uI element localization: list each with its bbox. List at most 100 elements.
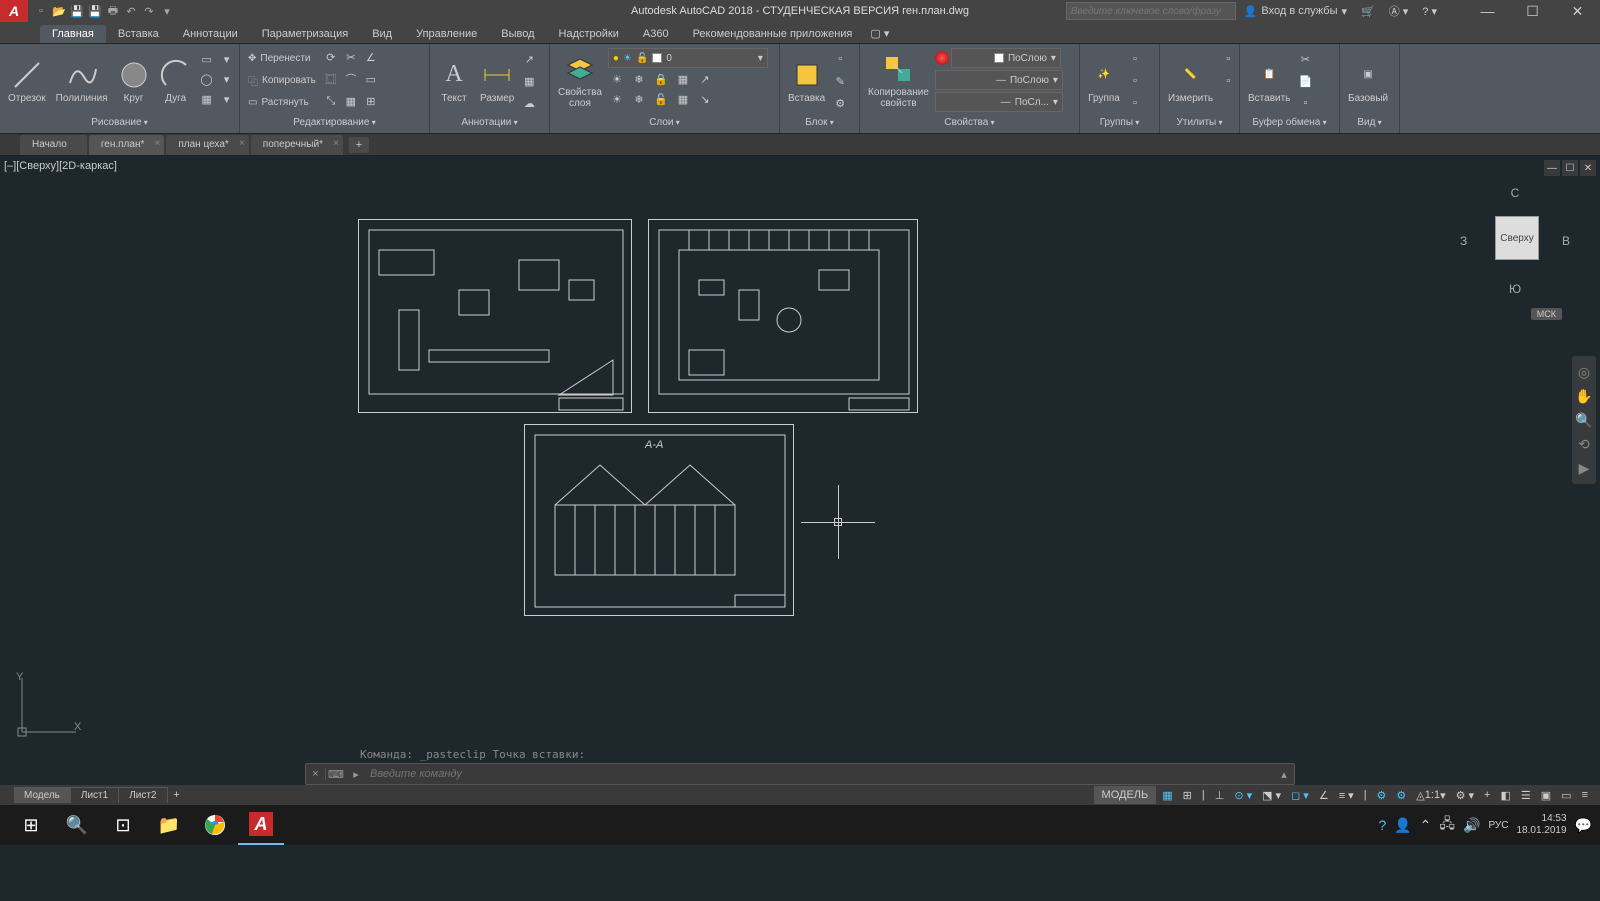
start-button[interactable]: ⊞: [8, 805, 54, 845]
new-icon[interactable]: ▫: [32, 2, 50, 20]
qat-more[interactable]: ▾: [158, 2, 176, 20]
ribbon-tab-parametric[interactable]: Параметризация: [250, 25, 360, 43]
base-view-button[interactable]: ▣Базовый: [1344, 46, 1392, 116]
ribbon-tab-home[interactable]: Главная: [40, 25, 106, 43]
rect-icon[interactable]: ▭: [198, 50, 216, 68]
b3[interactable]: ⚙: [831, 94, 849, 112]
m3[interactable]: ⊞: [362, 92, 380, 110]
otrack-icon[interactable]: ∠: [1315, 786, 1333, 804]
plus-icon[interactable]: +: [1480, 786, 1494, 804]
ribbon-tab-featured[interactable]: Рекомендованные приложения: [681, 25, 865, 43]
vp-close-icon[interactable]: ✕: [1580, 160, 1596, 176]
rotate-icon[interactable]: ⟳: [322, 48, 340, 66]
stretch-button[interactable]: ▭Растянуть: [244, 92, 320, 112]
file-tab-start[interactable]: Начало: [20, 135, 87, 155]
dd3[interactable]: ▾: [218, 90, 236, 108]
panel-groups-label[interactable]: Группы: [1084, 117, 1155, 133]
l2[interactable]: ❄: [630, 70, 648, 88]
minimize-button[interactable]: —: [1465, 0, 1510, 22]
ribbon-tab-annotate[interactable]: Аннотации: [171, 25, 250, 43]
ribbon-tab-extra[interactable]: ▢ ▾: [864, 24, 895, 43]
ribbon-tab-addins[interactable]: Надстройки: [547, 25, 631, 43]
scale-icon[interactable]: ⤡: [322, 92, 340, 110]
fillet-icon[interactable]: ⌒: [342, 70, 360, 88]
l8[interactable]: 🔓: [652, 90, 670, 108]
app-logo[interactable]: A: [0, 0, 28, 22]
taskview-icon[interactable]: ⊡: [100, 805, 146, 845]
undo-icon[interactable]: ↶: [122, 2, 140, 20]
maximize-button[interactable]: ☐: [1510, 0, 1555, 22]
arc-button[interactable]: Дуга: [156, 46, 196, 116]
add-layout-tab[interactable]: +: [168, 789, 186, 801]
compass-east[interactable]: В: [1562, 234, 1570, 248]
chrome-icon[interactable]: [192, 805, 238, 845]
close-button[interactable]: ✕: [1555, 0, 1600, 22]
line-button[interactable]: Отрезок: [4, 46, 50, 116]
search-task-icon[interactable]: 🔍: [54, 805, 100, 845]
insert-block-button[interactable]: Вставка: [784, 46, 829, 116]
plot-icon[interactable]: 🖶: [104, 2, 122, 20]
mirror-icon[interactable]: ⿴: [322, 70, 340, 88]
trim-icon[interactable]: ✂: [342, 48, 360, 66]
help-tray-icon[interactable]: ?: [1378, 817, 1386, 833]
explorer-icon[interactable]: 📁: [146, 805, 192, 845]
autodesk-icon[interactable]: Ⓐ ▾: [1383, 1, 1415, 21]
b1[interactable]: ▫: [831, 50, 849, 68]
compass-north[interactable]: С: [1511, 186, 1520, 200]
dd2[interactable]: ▾: [218, 70, 236, 88]
file-tab-cross[interactable]: поперечный*×: [251, 135, 343, 155]
iso-icon[interactable]: ⬔ ▾: [1258, 786, 1285, 804]
ortho-icon[interactable]: ⊥: [1211, 786, 1229, 804]
grid-icon[interactable]: ▦: [1158, 786, 1176, 804]
panel-annotation-label[interactable]: Аннотации: [434, 117, 545, 133]
panel-properties-label[interactable]: Свойства: [864, 117, 1075, 133]
autocad-task-icon[interactable]: A: [238, 805, 284, 845]
layout-tab-1[interactable]: Лист1: [71, 787, 119, 803]
layout-tab-2[interactable]: Лист2: [119, 787, 167, 803]
m1[interactable]: ∠: [362, 48, 380, 66]
help-icon[interactable]: ? ▾: [1416, 1, 1443, 21]
signin-button[interactable]: 👤 Вход в службы ▾: [1238, 1, 1353, 21]
l1[interactable]: ☀: [608, 70, 626, 88]
ribbon-tab-insert[interactable]: Вставка: [106, 25, 171, 43]
u2[interactable]: ▫: [1219, 72, 1237, 90]
s1[interactable]: ⚙: [1373, 786, 1391, 804]
nav-pan-icon[interactable]: ✋: [1572, 384, 1596, 408]
c2[interactable]: 📄: [1296, 72, 1314, 90]
g3[interactable]: ▫: [1126, 94, 1144, 112]
snap-icon[interactable]: ⊞: [1179, 786, 1196, 804]
hatch-icon[interactable]: ▦: [198, 90, 216, 108]
u1[interactable]: ▫: [1219, 50, 1237, 68]
l7[interactable]: ❄: [630, 90, 648, 108]
cmd-recent-icon[interactable]: ▴: [1274, 768, 1294, 781]
model-space-button[interactable]: МОДЕЛЬ: [1094, 786, 1157, 804]
leader-icon[interactable]: ↗: [520, 50, 538, 68]
clean-screen-icon[interactable]: ▭: [1557, 786, 1575, 804]
notifications-icon[interactable]: 💬: [1575, 817, 1592, 834]
l4[interactable]: ▦: [674, 70, 692, 88]
drawing-canvas[interactable]: [–][Сверху][2D-каркас] — ☐ ✕ С Ю В З Све…: [0, 156, 1600, 785]
network-icon[interactable]: 🖧: [1439, 813, 1455, 837]
ribbon-tab-manage[interactable]: Управление: [404, 25, 489, 43]
panel-draw-label[interactable]: Рисование: [4, 117, 235, 133]
viewcube[interactable]: С Ю В З Сверху: [1460, 186, 1570, 296]
measure-button[interactable]: 📏Измерить: [1164, 46, 1217, 116]
circle-button[interactable]: Круг: [114, 46, 154, 116]
compass-west[interactable]: З: [1460, 234, 1467, 248]
close-tab-icon[interactable]: ×: [333, 138, 339, 149]
s4[interactable]: ☰: [1517, 786, 1535, 804]
l5[interactable]: ↗: [696, 70, 714, 88]
linetype-dropdown[interactable]: — ПоСл... ▾: [935, 92, 1063, 112]
polyline-button[interactable]: Полилиния: [52, 46, 112, 116]
customize-icon[interactable]: ≡: [1578, 786, 1592, 804]
s3[interactable]: ◧: [1496, 786, 1514, 804]
search-input[interactable]: [1066, 2, 1236, 20]
table-icon[interactable]: ▦: [520, 72, 538, 90]
g2[interactable]: ▫: [1126, 72, 1144, 90]
wcs-label[interactable]: МСК: [1531, 308, 1562, 320]
polar-icon[interactable]: ⊙ ▾: [1230, 786, 1256, 804]
close-tab-icon[interactable]: ×: [239, 138, 245, 149]
panel-clipboard-label[interactable]: Буфер обмена: [1244, 117, 1335, 133]
array-icon[interactable]: ▦: [342, 92, 360, 110]
lwt-icon[interactable]: ≡ ▾: [1335, 786, 1358, 804]
